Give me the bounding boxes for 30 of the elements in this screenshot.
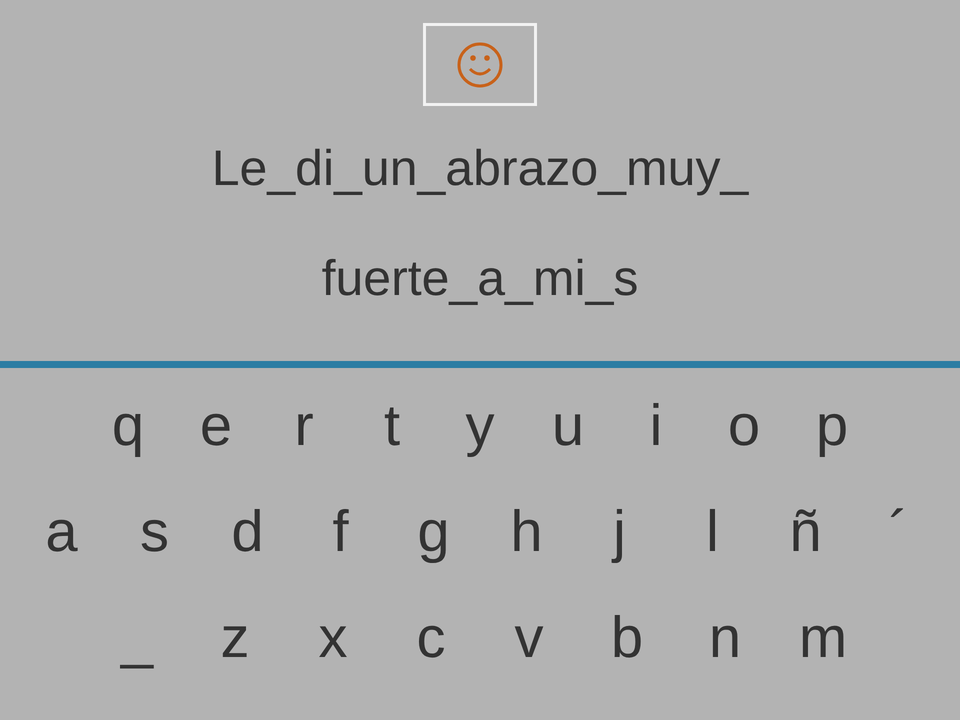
sentence-text: Le_di_un_abrazo_muy_ xyxy=(212,143,748,193)
letter-key[interactable]: r xyxy=(274,394,334,458)
letter-key[interactable]: i xyxy=(626,394,686,458)
letter-key[interactable]: u xyxy=(538,394,598,458)
letter-key[interactable]: v xyxy=(499,606,559,670)
letter-key[interactable]: ´ xyxy=(868,500,928,564)
letter-key[interactable]: n xyxy=(695,606,755,670)
letter-key[interactable]: d xyxy=(218,500,278,564)
letter-key[interactable]: o xyxy=(714,394,774,458)
smiley-icon xyxy=(456,40,504,88)
letter-key[interactable]: x xyxy=(303,606,363,670)
letter-key[interactable]: b xyxy=(597,606,657,670)
letter-key[interactable]: e xyxy=(186,394,246,458)
letter-key[interactable]: m xyxy=(793,606,853,670)
letter-key[interactable]: h xyxy=(496,500,556,564)
sentence-text: fuerte_a_mi_s xyxy=(322,253,638,303)
letter-key[interactable]: l xyxy=(682,500,742,564)
letter-key[interactable]: _ xyxy=(107,606,167,670)
letter-key[interactable]: s xyxy=(124,500,184,564)
letter-key[interactable]: z xyxy=(205,606,265,670)
letter-key[interactable]: p xyxy=(802,394,862,458)
letter-key[interactable]: q xyxy=(98,394,158,458)
letter-key[interactable]: f xyxy=(310,500,370,564)
letter-key[interactable]: ñ xyxy=(776,500,836,564)
letter-key[interactable]: j xyxy=(590,500,650,564)
letter-key[interactable]: g xyxy=(404,500,464,564)
letter-key[interactable]: a xyxy=(32,500,92,564)
letter-key[interactable]: y xyxy=(450,394,510,458)
letter-key[interactable]: c xyxy=(401,606,461,670)
letter-key[interactable]: t xyxy=(362,394,422,458)
